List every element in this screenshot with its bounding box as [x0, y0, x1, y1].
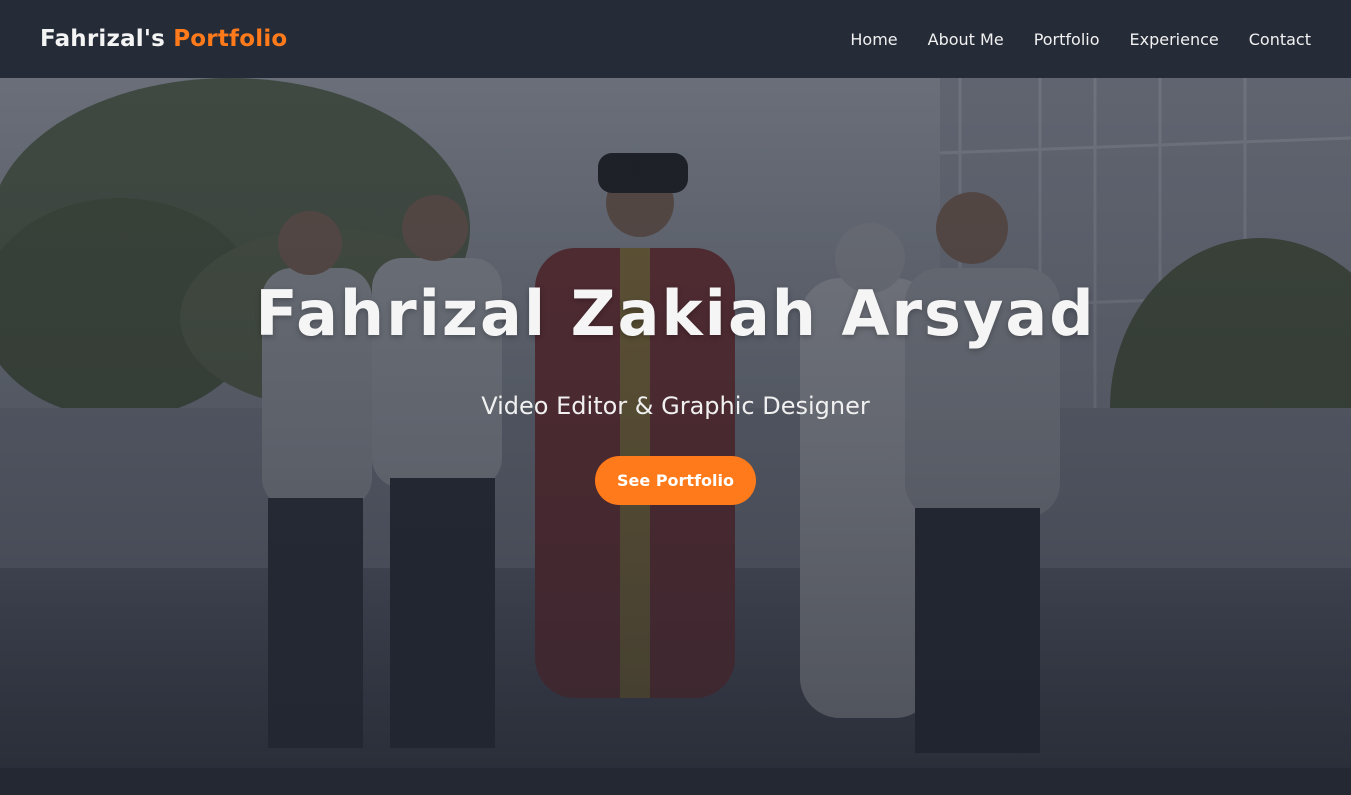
- navbar: Fahrizal's Portfolio Home About Me Portf…: [0, 0, 1351, 78]
- nav-links: Home About Me Portfolio Experience Conta…: [850, 30, 1311, 49]
- see-portfolio-button[interactable]: See Portfolio: [595, 456, 756, 505]
- nav-link-portfolio[interactable]: Portfolio: [1034, 30, 1100, 49]
- brand-logo[interactable]: Fahrizal's Portfolio: [40, 25, 288, 52]
- brand-accent: Portfolio: [173, 25, 288, 52]
- nav-link-about-me[interactable]: About Me: [928, 30, 1004, 49]
- next-section-edge: [0, 768, 1351, 795]
- hero-content: Fahrizal Zakiah Arsyad Video Editor & Gr…: [0, 78, 1351, 768]
- page: Fahrizal's Portfolio Home About Me Portf…: [0, 0, 1351, 795]
- nav-link-experience[interactable]: Experience: [1130, 30, 1219, 49]
- nav-link-home[interactable]: Home: [850, 30, 897, 49]
- brand-name: Fahrizal's: [40, 25, 166, 52]
- hero-subtitle: Video Editor & Graphic Designer: [481, 392, 870, 420]
- hero-title: Fahrizal Zakiah Arsyad: [255, 277, 1096, 350]
- nav-link-contact[interactable]: Contact: [1249, 30, 1311, 49]
- hero-section: Fahrizal Zakiah Arsyad Video Editor & Gr…: [0, 78, 1351, 768]
